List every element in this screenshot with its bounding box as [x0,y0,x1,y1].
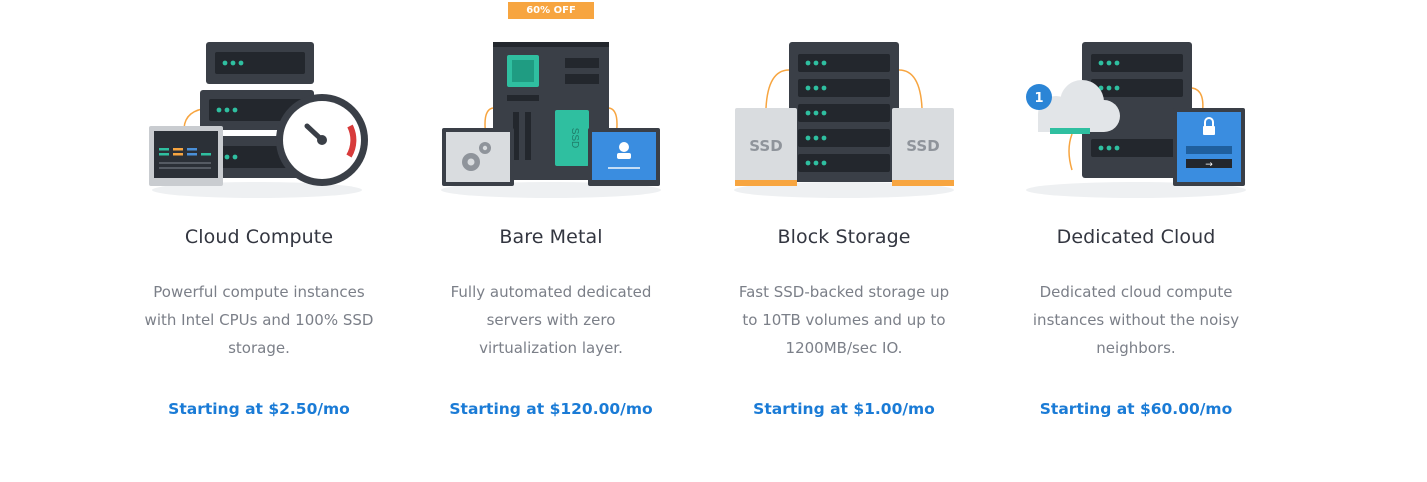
product-title: Bare Metal [499,226,603,248]
cloud-compute-illustration [129,30,389,200]
product-card-bare-metal[interactable]: SSD Bare Metal Fully automated dedicated… [421,0,681,482]
product-description: Fully automated dedicated servers with z… [450,283,652,357]
dedicated-cloud-illustration: 1 → [1006,30,1266,200]
product-card-dedicated-cloud[interactable]: 1 → Dedicated Cloud Dedicated cloud comp… [1006,0,1266,482]
product-card-cloud-compute[interactable]: Cloud Compute Powerful compute instances… [129,0,389,482]
ssd-chip-label: SSD [569,128,580,149]
product-title: Dedicated Cloud [1056,226,1216,248]
product-description: Dedicated cloud compute instances withou… [1032,283,1240,357]
ssd-disk-label-right: SSD [906,137,939,155]
product-price-link[interactable]: Starting at $60.00/mo [1006,400,1266,418]
product-title: Block Storage [777,226,911,248]
product-description: Powerful compute instances with Intel CP… [144,283,374,357]
ssd-disk-label-left: SSD [749,137,782,155]
product-price-link[interactable]: Starting at $1.00/mo [714,400,974,418]
login-arrow-icon: → [1205,160,1213,170]
block-storage-illustration: SSD SSD [714,30,974,200]
notification-count: 1 [1034,91,1043,106]
bare-metal-illustration: SSD [421,30,681,200]
product-description: Fast SSD-backed storage up to 10TB volum… [738,283,950,357]
product-price-link[interactable]: Starting at $2.50/mo [129,400,389,418]
product-price-link[interactable]: Starting at $120.00/mo [421,400,681,418]
product-title: Cloud Compute [184,226,334,248]
product-card-block-storage[interactable]: SSD SSD Block Storage Fast SSD-backed st… [714,0,974,482]
